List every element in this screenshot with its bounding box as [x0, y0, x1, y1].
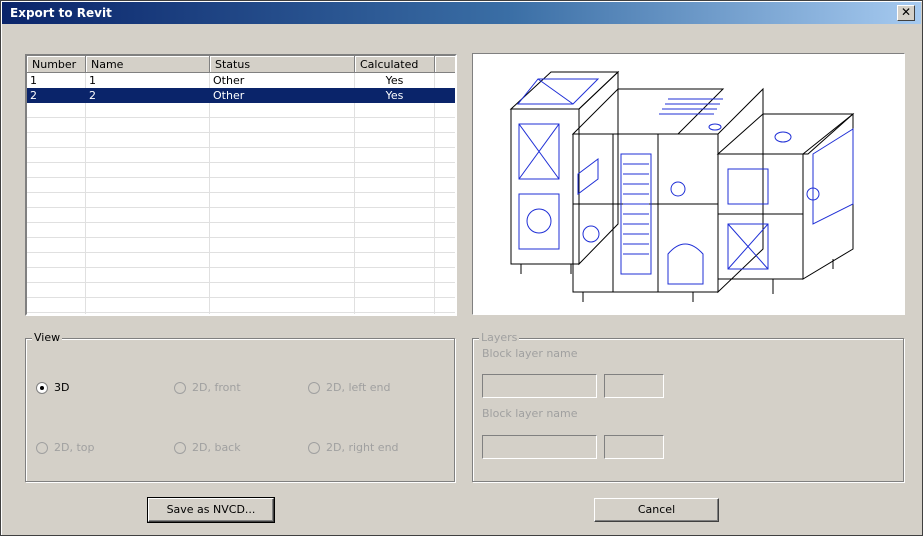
table-row[interactable]: 2 2 Other Yes [27, 88, 455, 103]
close-icon: ✕ [900, 5, 912, 19]
radio-2d-right-end[interactable]: 2D, right end [308, 440, 399, 456]
column-header-status[interactable]: Status [210, 56, 355, 73]
block-layer-name-field-1[interactable] [482, 374, 597, 398]
close-button[interactable]: ✕ [897, 5, 915, 21]
empty-row [27, 238, 455, 253]
radio-3d-label: 3D [54, 381, 70, 394]
cell-calculated: Yes [385, 89, 404, 102]
cell-number: 1 [30, 74, 37, 87]
cell-calculated: Yes [385, 74, 404, 87]
layers-group: Layers Block layer name Block layer name [472, 331, 904, 482]
table-row[interactable]: 1 1 Other Yes [27, 73, 455, 88]
radio-2d-front[interactable]: 2D, front [174, 380, 241, 396]
air-handling-unit-icon [509, 70, 855, 302]
empty-row [27, 103, 455, 118]
window-title: Export to Revit [10, 6, 112, 20]
radio-2d-back-indicator [174, 442, 186, 454]
radio-2d-front-indicator [174, 382, 186, 394]
view-group-label: View [32, 331, 63, 344]
block-layer-label-1: Block layer name [482, 347, 578, 360]
save-as-nvcd-button[interactable]: Save as NVCD... [147, 497, 275, 523]
column-header-name[interactable]: Name [86, 56, 210, 73]
radio-2d-right-end-indicator [308, 442, 320, 454]
cell-name: 2 [89, 89, 96, 102]
empty-row [27, 118, 455, 133]
radio-2d-back[interactable]: 2D, back [174, 440, 241, 456]
radio-2d-right-end-label: 2D, right end [326, 441, 399, 454]
block-layer-suffix-field-2[interactable] [604, 435, 664, 459]
radio-3d-indicator [36, 382, 48, 394]
column-header-calculated[interactable]: Calculated [355, 56, 435, 73]
empty-row [27, 163, 455, 178]
title-bar[interactable]: Export to Revit ✕ [2, 2, 921, 24]
cell-status: Other [213, 89, 245, 102]
radio-2d-front-label: 2D, front [192, 381, 241, 394]
radio-3d[interactable]: 3D [36, 380, 69, 396]
column-header-filler [435, 56, 455, 73]
unit-list[interactable]: Number Name Status Calculated 1 1 Other Yes… [25, 54, 457, 316]
empty-row [27, 178, 455, 193]
radio-2d-top-indicator [36, 442, 48, 454]
radio-2d-back-label: 2D, back [192, 441, 241, 454]
cell-name: 1 [89, 74, 96, 87]
empty-row [27, 148, 455, 163]
unit-preview [472, 53, 905, 315]
empty-row [27, 208, 455, 223]
empty-row [27, 133, 455, 148]
radio-2d-left-end-label: 2D, left end [326, 381, 391, 394]
radio-2d-left-end[interactable]: 2D, left end [308, 380, 391, 396]
cancel-button[interactable]: Cancel [594, 498, 719, 522]
empty-row [27, 298, 455, 313]
layers-group-label: Layers [479, 331, 520, 344]
block-layer-label-2: Block layer name [482, 407, 578, 420]
empty-row [27, 253, 455, 268]
column-header-number[interactable]: Number [27, 56, 86, 73]
block-layer-suffix-field-1[interactable] [604, 374, 664, 398]
radio-2d-top[interactable]: 2D, top [36, 440, 95, 456]
block-layer-name-field-2[interactable] [482, 435, 597, 459]
empty-row [27, 223, 455, 238]
radio-2d-left-end-indicator [308, 382, 320, 394]
empty-row [27, 283, 455, 298]
view-group: View 3D 2D, front 2D, left end 2D, top 2… [25, 331, 455, 482]
empty-row [27, 193, 455, 208]
radio-2d-top-label: 2D, top [54, 441, 95, 454]
cell-number: 2 [30, 89, 37, 102]
empty-row [27, 268, 455, 283]
export-dialog: Export to Revit ✕ Number Name Status Cal… [0, 0, 923, 536]
cell-status: Other [213, 74, 245, 87]
